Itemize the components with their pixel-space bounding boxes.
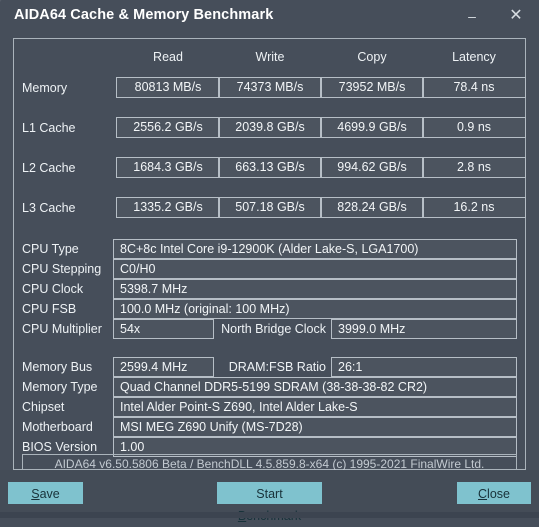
column-header-write: Write [255, 50, 285, 64]
bench-memory-write: 74373 MB/s [218, 77, 322, 98]
bench-l1-read: 2556.2 GB/s [116, 117, 220, 138]
label-motherboard: Motherboard [22, 420, 93, 434]
label-memory-type: Memory Type [22, 380, 98, 394]
value-dram-fsb-ratio: 26:1 [331, 357, 517, 377]
bench-l3-latency: 16.2 ns [422, 197, 526, 218]
label-chipset: Chipset [22, 400, 65, 414]
label-cpu-type: CPU Type [22, 242, 79, 256]
close-icon[interactable]: ✕ [503, 4, 529, 28]
value-cpu-clock: 5398.7 MHz [113, 279, 517, 299]
title-bar: AIDA64 Cache & Memory Benchmark – ✕ [0, 0, 539, 33]
value-cpu-multiplier: 54x [113, 319, 214, 339]
bench-row-label-l2: L2 Cache [22, 161, 76, 175]
bench-memory-copy: 73952 MB/s [320, 77, 424, 98]
close-label-post: lose [487, 487, 510, 501]
bench-l2-read: 1684.3 GB/s [116, 157, 220, 178]
value-motherboard: MSI MEG Z690 Unify (MS-7D28) [113, 417, 517, 437]
minimize-icon[interactable]: – [459, 4, 485, 28]
label-dram-fsb-ratio: DRAM:FSB Ratio [228, 360, 326, 374]
label-cpu-multiplier: CPU Multiplier [22, 322, 102, 336]
column-header-latency: Latency [452, 50, 496, 64]
bench-l1-write: 2039.8 GB/s [218, 117, 322, 138]
label-north-bridge-clock: North Bridge Clock [221, 322, 326, 336]
bench-row-label-memory: Memory [22, 81, 68, 95]
close-button[interactable]: Close [457, 482, 531, 504]
value-cpu-type: 8C+8c Intel Core i9-12900K (Alder Lake-S… [113, 239, 517, 259]
bench-memory-read: 80813 MB/s [116, 77, 220, 98]
value-memory-type: Quad Channel DDR5-5199 SDRAM (38-38-38-8… [113, 377, 517, 397]
window-title: AIDA64 Cache & Memory Benchmark [14, 7, 274, 23]
label-cpu-stepping: CPU Stepping [22, 262, 102, 276]
label-bios-version: BIOS Version [22, 440, 98, 454]
column-header-read: Read [153, 50, 183, 64]
bottom-strip [0, 512, 539, 518]
start-label-pre: Start [256, 487, 283, 501]
main-panel: Read Write Copy Latency Memory 80813 MB/… [13, 38, 526, 475]
label-memory-bus: Memory Bus [22, 360, 93, 374]
value-cpu-stepping: C0/H0 [113, 259, 517, 279]
bench-l3-copy: 828.24 GB/s [320, 197, 424, 218]
save-label-post: ave [39, 487, 60, 501]
bench-l2-latency: 2.8 ns [422, 157, 526, 178]
value-cpu-fsb: 100.0 MHz (original: 100 MHz) [113, 299, 517, 319]
save-accel-key: S [31, 487, 40, 501]
bench-row-label-l3: L3 Cache [22, 201, 76, 215]
start-benchmark-button[interactable]: Start Benchmark [217, 482, 322, 523]
close-accel-key: C [478, 487, 488, 501]
bench-memory-latency: 78.4 ns [422, 77, 526, 98]
label-cpu-fsb: CPU FSB [22, 302, 77, 316]
value-chipset: Intel Alder Point-S Z690, Intel Alder La… [113, 397, 517, 417]
bench-l2-write: 663.13 GB/s [218, 157, 322, 178]
value-north-bridge-clock: 3999.0 MHz [331, 319, 517, 339]
bench-l1-copy: 4699.9 GB/s [320, 117, 424, 138]
bench-l1-latency: 0.9 ns [422, 117, 526, 138]
bench-row-label-l1: L1 Cache [22, 121, 76, 135]
column-header-copy: Copy [357, 50, 387, 64]
save-button[interactable]: Save [8, 482, 83, 504]
button-bar: Save Start Benchmark Close [0, 470, 539, 523]
bench-l3-write: 507.18 GB/s [218, 197, 322, 218]
value-memory-bus: 2599.4 MHz [113, 357, 214, 377]
bench-l3-read: 1335.2 GB/s [116, 197, 220, 218]
label-cpu-clock: CPU Clock [22, 282, 84, 296]
bench-l2-copy: 994.62 GB/s [320, 157, 424, 178]
